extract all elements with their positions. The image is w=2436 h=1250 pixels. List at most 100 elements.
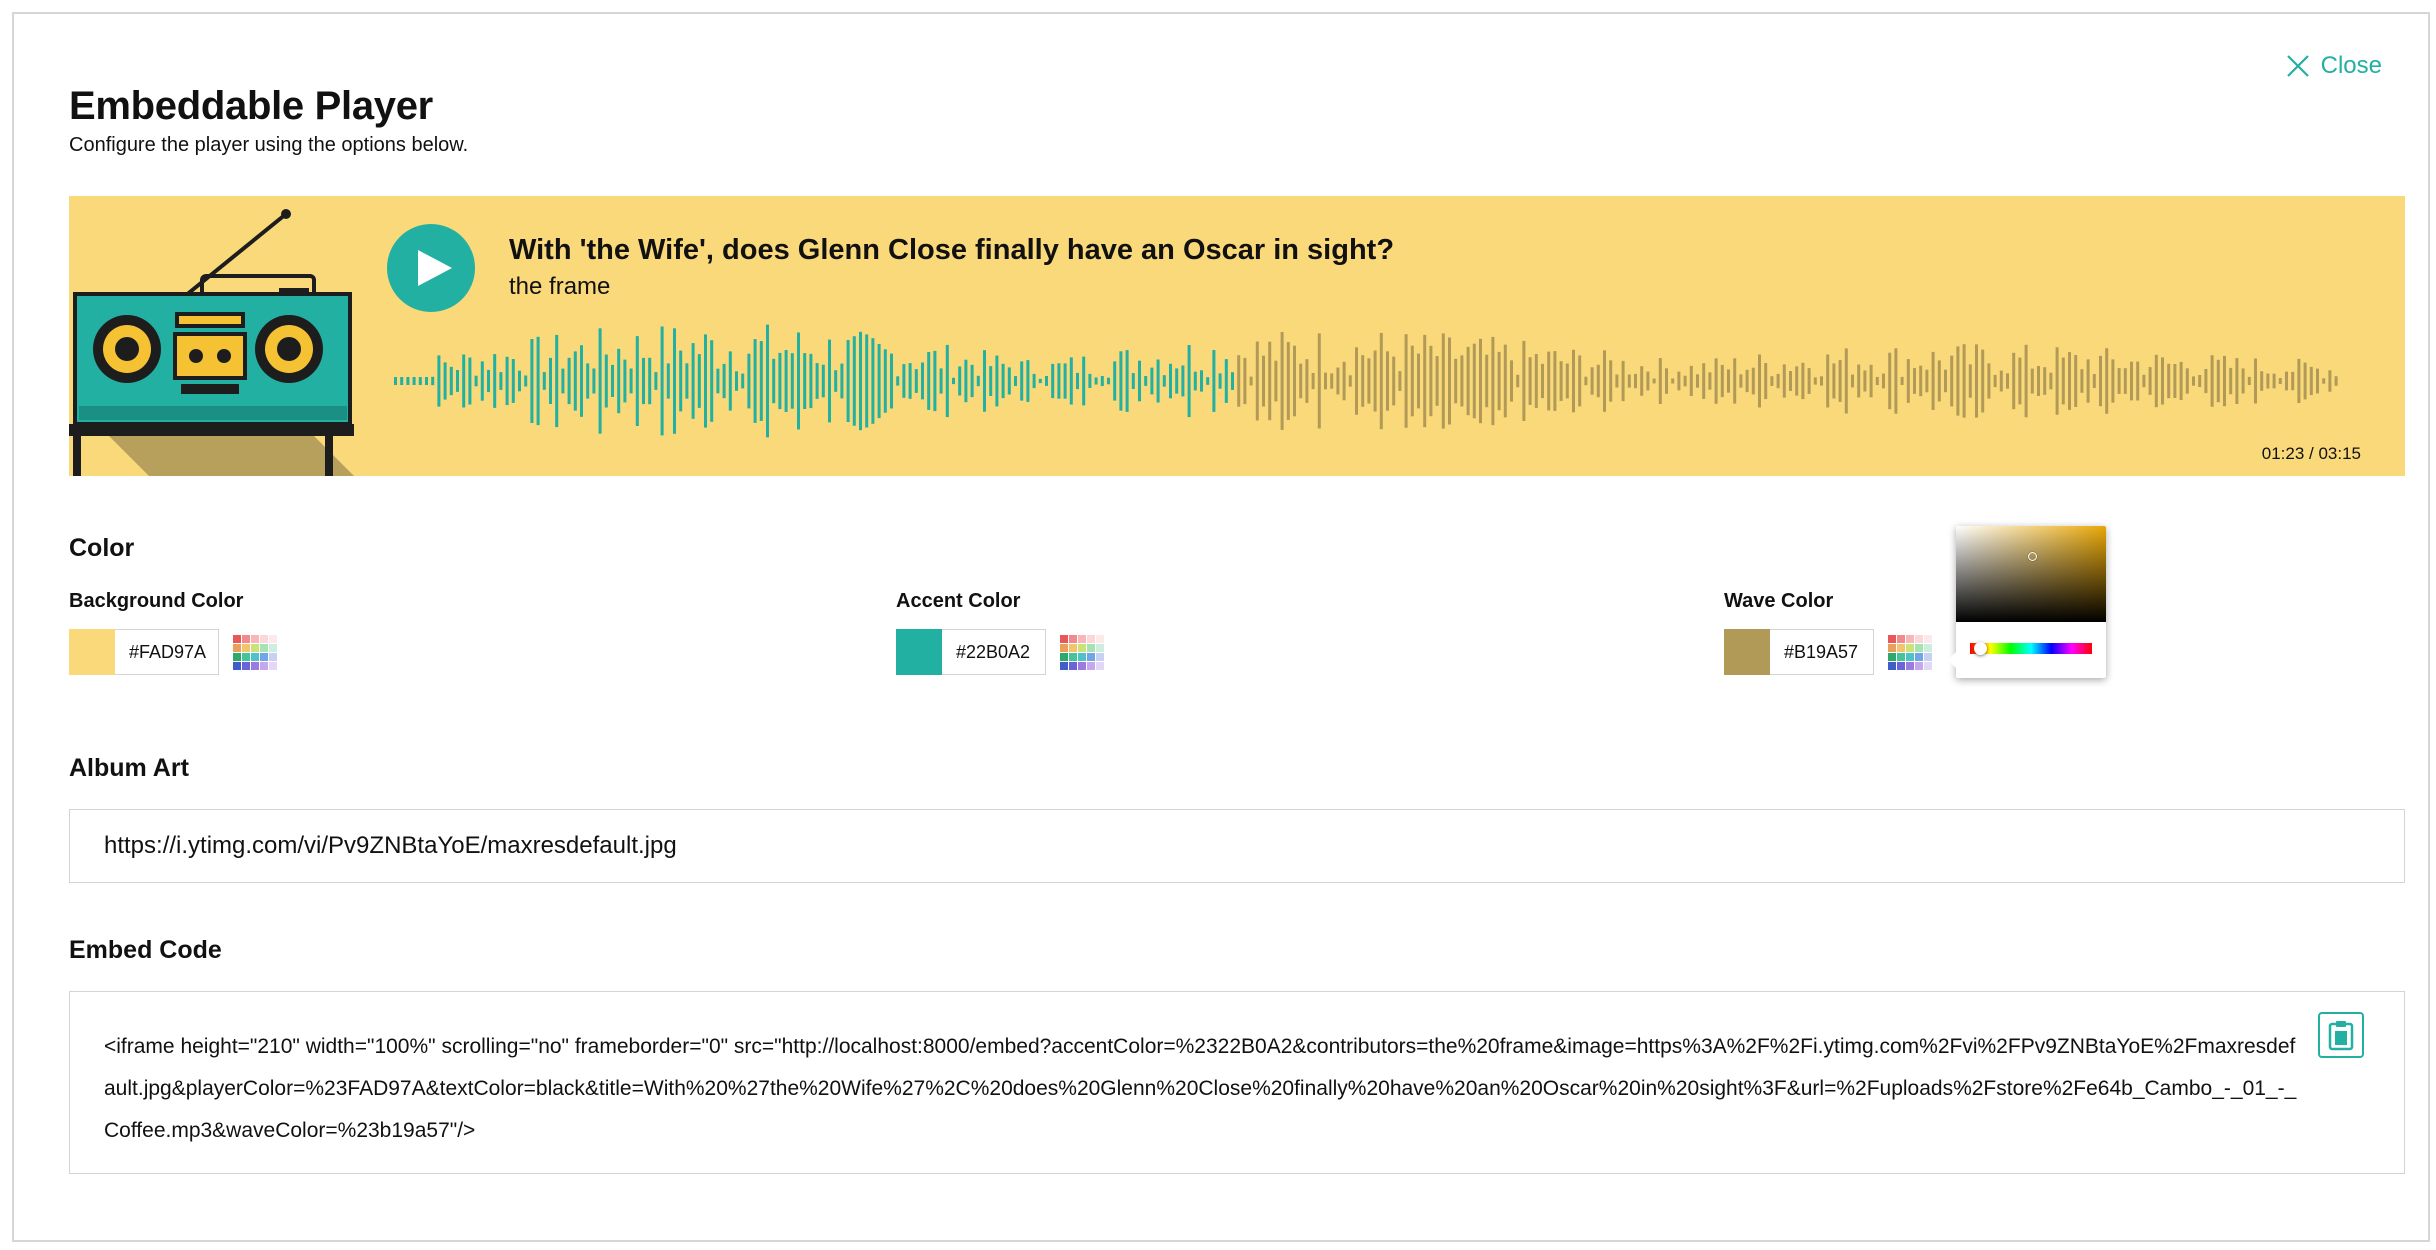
waveform-bar: [834, 370, 838, 392]
waveform-bar: [2266, 373, 2270, 389]
waveform-bar: [1795, 366, 1799, 396]
waveform-bar: [859, 331, 862, 431]
waveform-bar: [1813, 377, 1817, 385]
waveform-bar: [1169, 363, 1172, 399]
waveform-bar: [1373, 350, 1377, 412]
waveform-bar: [2216, 359, 2220, 403]
waveform-bar: [542, 372, 546, 390]
waveform-bar: [1758, 354, 1761, 408]
waveform-bar: [2080, 369, 2084, 393]
waveform-bar: [1851, 374, 1854, 388]
saturation-cursor[interactable]: [2028, 552, 2037, 561]
waveform-bar: [2061, 357, 2065, 405]
waveform-bar: [1485, 354, 1489, 408]
background-color-input[interactable]: [115, 629, 219, 675]
waveform-bar: [803, 353, 807, 409]
waveform-bar: [1975, 344, 1978, 418]
waveform-bar: [1968, 364, 1972, 398]
copy-embed-button[interactable]: [2318, 1012, 2364, 1058]
album-art-input[interactable]: [69, 809, 2405, 883]
play-icon: [418, 250, 452, 286]
waveform-bar: [1615, 374, 1619, 388]
waveform-bar: [425, 377, 428, 385]
waveform-bar: [1398, 371, 1402, 391]
waveform-bar: [1107, 377, 1110, 385]
embed-config-dialog: Close Embeddable Player Configure the pl…: [12, 12, 2430, 1242]
waveform-bar: [1441, 333, 1445, 429]
background-color-swatch[interactable]: [69, 629, 115, 675]
waveform-bar: [2229, 367, 2233, 395]
waveform-bar: [1832, 363, 1836, 399]
waveform-bar: [1045, 376, 1048, 386]
waveform-bar: [1336, 367, 1340, 395]
waveform-bar: [1007, 367, 1011, 395]
waveform-bar: [1541, 363, 1544, 399]
waveform-bar: [1100, 376, 1104, 386]
color-picker-popover: [1948, 526, 2106, 678]
waveform-bar: [2173, 364, 2177, 398]
waveform-bar: [1479, 338, 1482, 424]
waveform-bar: [2148, 367, 2152, 395]
waveform-bar: [1026, 360, 1030, 402]
waveform-bar: [1584, 376, 1588, 386]
waveform-bar: [753, 339, 757, 423]
waveform-bar: [1565, 363, 1569, 399]
waveform-bar: [536, 336, 540, 426]
waveform-bar: [1789, 371, 1792, 391]
waveform-bar: [580, 345, 583, 417]
waveform-bar: [499, 372, 503, 390]
play-button[interactable]: [387, 224, 475, 312]
waveform-bar: [2099, 355, 2102, 407]
waveform-bar: [1051, 363, 1055, 399]
waveform-bar: [617, 348, 621, 414]
saturation-area[interactable]: [1956, 526, 2106, 622]
clipboard-icon: [2328, 1021, 2354, 1051]
hue-slider[interactable]: [1970, 642, 2092, 655]
waveform-bar: [1745, 369, 1749, 393]
waveform-bar: [1888, 352, 1892, 410]
waveform-bar: [1001, 363, 1005, 399]
waveform-bar: [2142, 374, 2146, 388]
waveform-bar: [747, 353, 751, 409]
waveform-bar: [1913, 368, 1916, 394]
waveform-bar: [2049, 372, 2053, 390]
waveform-bar: [1844, 348, 1848, 414]
waveform-bar: [2037, 366, 2040, 396]
waveform-bar: [1906, 359, 1910, 403]
close-button[interactable]: Close: [2285, 52, 2382, 80]
waveform-seekbar[interactable]: [394, 321, 2344, 441]
waveform-bar: [2167, 363, 2171, 399]
waveform-bar: [1807, 368, 1811, 394]
waveform-bar: [710, 340, 714, 422]
waveform-bar: [1491, 336, 1495, 426]
accent-color-swatch[interactable]: [896, 629, 942, 675]
waveform-bar: [1671, 378, 1675, 384]
waveform-bar: [592, 368, 596, 394]
hue-slider-thumb[interactable]: [1974, 642, 1987, 655]
waveform-bar: [586, 363, 590, 399]
waveform-bar: [790, 353, 794, 409]
palette-icon[interactable]: [1888, 634, 1932, 670]
waveform-bar: [660, 326, 664, 436]
waveform-bar: [1299, 363, 1303, 399]
wave-color-control: Wave Color: [1724, 590, 1932, 675]
wave-color-label: Wave Color: [1724, 590, 1834, 612]
waveform-bar: [989, 366, 993, 396]
waveform-bar: [2130, 361, 2133, 401]
waveform-bar: [1497, 351, 1501, 411]
wave-color-input[interactable]: [1770, 629, 1874, 675]
waveform-bar: [437, 355, 441, 407]
waveform-bar: [1665, 368, 1668, 394]
waveform-bar: [2179, 361, 2183, 400]
waveform-bar: [511, 359, 515, 403]
waveform-bar: [1082, 356, 1086, 406]
palette-icon[interactable]: [1060, 634, 1104, 670]
waveform-bar: [1733, 358, 1737, 404]
embed-code-box[interactable]: <iframe height="210" width="100%" scroll…: [69, 991, 2405, 1174]
wave-color-swatch[interactable]: [1724, 629, 1770, 675]
accent-color-input[interactable]: [942, 629, 1046, 675]
palette-icon[interactable]: [233, 634, 277, 670]
waveform-bar: [1417, 353, 1420, 409]
waveform-bar: [1696, 374, 1699, 388]
waveform-bar: [2297, 358, 2301, 403]
